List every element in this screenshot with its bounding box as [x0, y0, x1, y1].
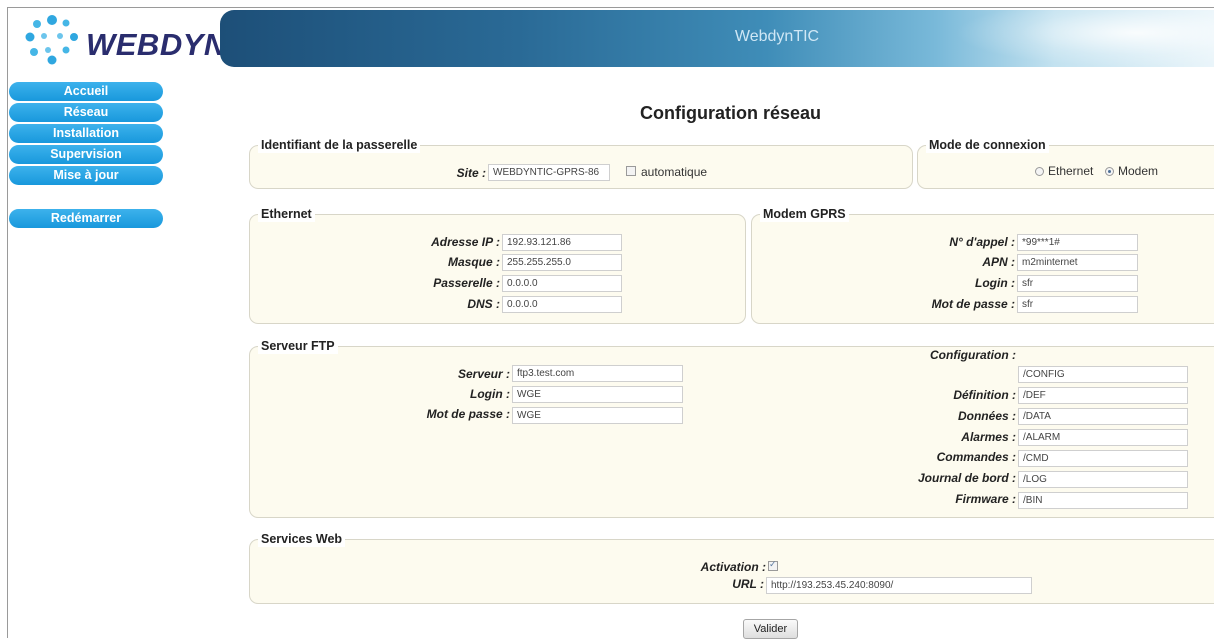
ftp-data-input[interactable]: /DATA	[1018, 408, 1188, 425]
gateway-input[interactable]: 0.0.0.0	[502, 275, 622, 292]
modem-login-input[interactable]: sfr	[1017, 275, 1138, 292]
site-input[interactable]: WEBDYNTIC-GPRS-86	[488, 164, 610, 181]
ftp-login-label: Login :	[470, 387, 510, 401]
call-number-input[interactable]: *99***1#	[1017, 234, 1138, 251]
ftp-server-label: Serveur :	[457, 367, 510, 381]
call-number-label: N° d'appel :	[949, 235, 1015, 249]
ftp-config-label: Configuration :	[930, 348, 1016, 362]
connection-mode-legend: Mode de connexion	[926, 137, 1049, 153]
webdyn-logo: WEBDYN	[22, 12, 226, 67]
ftp-alarms-input[interactable]: /ALARM	[1018, 429, 1188, 446]
nav-item-reseau[interactable]: Réseau	[9, 103, 163, 122]
modem-gprs-legend: Modem GPRS	[760, 206, 849, 222]
ftp-server-legend: Serveur FTP	[258, 338, 338, 354]
ftp-login-input[interactable]: WGE	[512, 386, 683, 403]
apn-input[interactable]: m2minternet	[1017, 254, 1138, 271]
ethernet-radio-label: Ethernet	[1048, 164, 1094, 178]
modem-password-input[interactable]: sfr	[1017, 296, 1138, 313]
ftp-server-input[interactable]: ftp3.test.com	[512, 365, 683, 382]
nav-item-supervision[interactable]: Supervision	[9, 145, 163, 164]
header-banner: WebdynTIC	[220, 10, 1214, 67]
ip-address-input[interactable]: 192.93.121.86	[502, 234, 622, 251]
ethernet-radio[interactable]	[1035, 167, 1044, 176]
modem-login-label: Login :	[975, 276, 1015, 290]
ftp-log-label: Journal de bord :	[917, 471, 1016, 485]
web-services-legend: Services Web	[258, 531, 346, 547]
automatic-checkbox[interactable]	[626, 166, 636, 176]
ftp-server-fieldset: Serveur FTP Serveur : ftp3.test.com Logi…	[249, 338, 1214, 518]
ip-address-label: Adresse IP :	[431, 235, 500, 249]
dns-label: DNS :	[467, 297, 500, 311]
nav-item-mise-a-jour[interactable]: Mise à jour	[9, 166, 163, 185]
activation-checkbox[interactable]	[768, 559, 778, 571]
connection-mode-fieldset: Mode de connexion Ethernet Modem	[917, 137, 1214, 189]
page-title: Configuration réseau	[640, 103, 822, 123]
ftp-config-input[interactable]: /CONFIG	[1018, 366, 1188, 383]
modem-password-label: Mot de passe :	[931, 297, 1015, 311]
nav-item-accueil[interactable]: Accueil	[9, 82, 163, 101]
modem-radio-label: Modem	[1118, 164, 1159, 178]
ftp-password-input[interactable]: WGE	[512, 407, 683, 424]
ethernet-legend: Ethernet	[258, 206, 315, 222]
logo-dots-icon	[25, 15, 78, 65]
gateway-label: Passerelle :	[433, 276, 500, 290]
restart-button[interactable]: Redémarrer	[9, 209, 163, 228]
ftp-commands-label: Commandes :	[936, 450, 1016, 464]
ftp-commands-input[interactable]: /CMD	[1018, 450, 1188, 467]
modem-gprs-fieldset: Modem GPRS N° d'appel : *99***1# APN : m…	[751, 206, 1214, 324]
modem-radio[interactable]	[1105, 167, 1114, 176]
ftp-definition-input[interactable]: /DEF	[1018, 387, 1188, 404]
logo-text: WEBDYN	[86, 27, 227, 62]
banner-title: WebdynTIC	[734, 28, 820, 45]
web-services-fieldset: Services Web Activation : URL : http://1…	[249, 531, 1214, 604]
ftp-alarms-label: Alarmes :	[961, 430, 1016, 444]
url-input[interactable]: http://193.253.45.240:8090/	[766, 577, 1032, 594]
ftp-definition-label: Définition :	[953, 388, 1016, 402]
nav-item-installation[interactable]: Installation	[9, 124, 163, 143]
ftp-log-input[interactable]: /LOG	[1018, 471, 1188, 488]
apn-label: APN :	[982, 255, 1015, 269]
url-label: URL :	[732, 577, 764, 591]
site-label: Site :	[456, 166, 486, 180]
ethernet-fieldset: Ethernet Adresse IP : 192.93.121.86 Masq…	[249, 206, 746, 324]
ftp-data-label: Données :	[957, 409, 1016, 423]
gateway-legend: Identifiant de la passerelle	[258, 137, 421, 153]
activation-label: Activation :	[700, 560, 766, 574]
ftp-password-label: Mot de passe :	[426, 407, 510, 421]
mask-label: Masque :	[447, 255, 500, 269]
automatic-label: automatique	[641, 165, 708, 179]
gateway-fieldset: Identifiant de la passerelle Site : WEBD…	[249, 137, 913, 189]
submit-button[interactable]: Valider	[743, 619, 798, 639]
ftp-firmware-label: Firmware :	[955, 492, 1016, 506]
dns-input[interactable]: 0.0.0.0	[502, 296, 622, 313]
ftp-firmware-input[interactable]: /BIN	[1018, 492, 1188, 509]
mask-input[interactable]: 255.255.255.0	[502, 254, 622, 271]
